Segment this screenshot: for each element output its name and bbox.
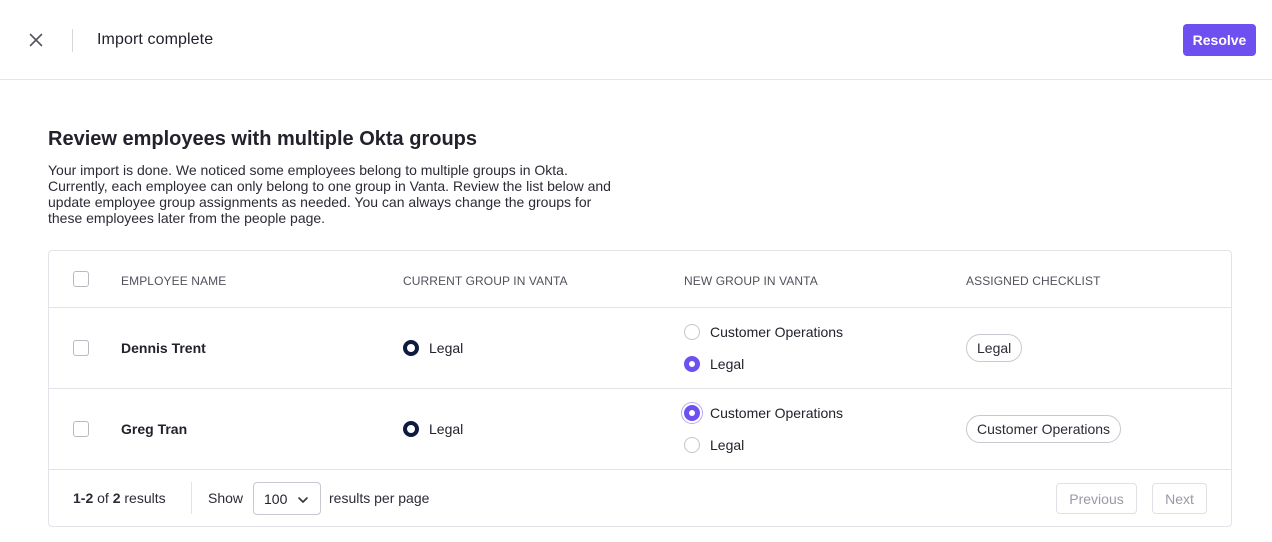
top-bar: Import complete Resolve <box>0 0 1272 80</box>
footer-divider <box>191 482 192 514</box>
select-all-checkbox[interactable] <box>73 271 89 287</box>
column-header-new-group: NEW GROUP IN VANTA <box>684 274 818 288</box>
column-header-assigned-checklist: ASSIGNED CHECKLIST <box>966 274 1101 288</box>
page-size-select[interactable]: 100 <box>253 482 321 515</box>
page-title: Import complete <box>97 31 214 48</box>
new-group-option-label: Customer Operations <box>710 405 844 421</box>
show-label: Show <box>208 490 244 506</box>
checklist-badge: Customer Operations <box>966 415 1122 443</box>
results-count: 1-2 of 2 results <box>73 490 166 506</box>
current-group-radio: Legal <box>403 340 463 356</box>
column-header-current-group: CURRENT GROUP IN VANTA <box>403 274 568 288</box>
table-footer: 1-2 of 2 results Show 100 results per pa… <box>49 470 1231 526</box>
per-page-label: results per page <box>329 490 430 506</box>
row-checkbox[interactable] <box>73 340 89 356</box>
employees-table: EMPLOYEE NAME CURRENT GROUP IN VANTA NEW… <box>48 250 1232 527</box>
radio-unselected-icon[interactable] <box>684 324 700 340</box>
resolve-button[interactable]: Resolve <box>1183 24 1256 56</box>
current-group-label: Legal <box>429 340 464 356</box>
employee-name: Dennis Trent <box>121 340 206 356</box>
new-group-option-label: Customer Operations <box>710 324 844 340</box>
section-heading: Review employees with multiple Okta grou… <box>48 128 477 150</box>
new-group-option-legal[interactable]: Legal <box>684 437 744 453</box>
new-group-option-legal[interactable]: Legal <box>684 356 744 372</box>
chevron-down-icon <box>297 493 309 511</box>
header-divider <box>72 29 73 52</box>
new-group-option-customer-operations[interactable]: Customer Operations <box>684 405 843 421</box>
table-row: Greg Tran Legal Customer Operations Lega… <box>49 389 1231 470</box>
results-range: 1-2 <box>73 490 94 506</box>
section-description: Your import is done. We noticed some emp… <box>48 162 611 226</box>
column-header-employee-name: EMPLOYEE NAME <box>121 274 227 288</box>
table-row: Dennis Trent Legal Customer Operations L… <box>49 308 1231 389</box>
employee-name: Greg Tran <box>121 421 188 437</box>
radio-unselected-icon[interactable] <box>684 437 700 453</box>
radio-selected-icon[interactable] <box>684 356 700 372</box>
new-group-option-label: Legal <box>710 437 745 453</box>
results-total: 2 <box>112 490 121 506</box>
new-group-option-label: Legal <box>710 356 745 372</box>
results-of: of <box>97 490 109 506</box>
new-group-option-customer-operations[interactable]: Customer Operations <box>684 324 843 340</box>
radio-selected-icon <box>403 421 419 437</box>
previous-page-button[interactable]: Previous <box>1056 483 1137 514</box>
row-checkbox[interactable] <box>73 421 89 437</box>
current-group-radio: Legal <box>403 421 463 437</box>
radio-selected-icon[interactable] <box>684 405 700 421</box>
checklist-badge: Legal <box>966 334 1023 362</box>
current-group-label: Legal <box>429 421 464 437</box>
next-page-button[interactable]: Next <box>1152 483 1207 514</box>
close-icon[interactable] <box>24 28 48 52</box>
radio-selected-icon <box>403 340 419 356</box>
results-word: results <box>124 490 166 506</box>
page-size-value: 100 <box>264 491 288 507</box>
table-header: EMPLOYEE NAME CURRENT GROUP IN VANTA NEW… <box>49 251 1231 308</box>
